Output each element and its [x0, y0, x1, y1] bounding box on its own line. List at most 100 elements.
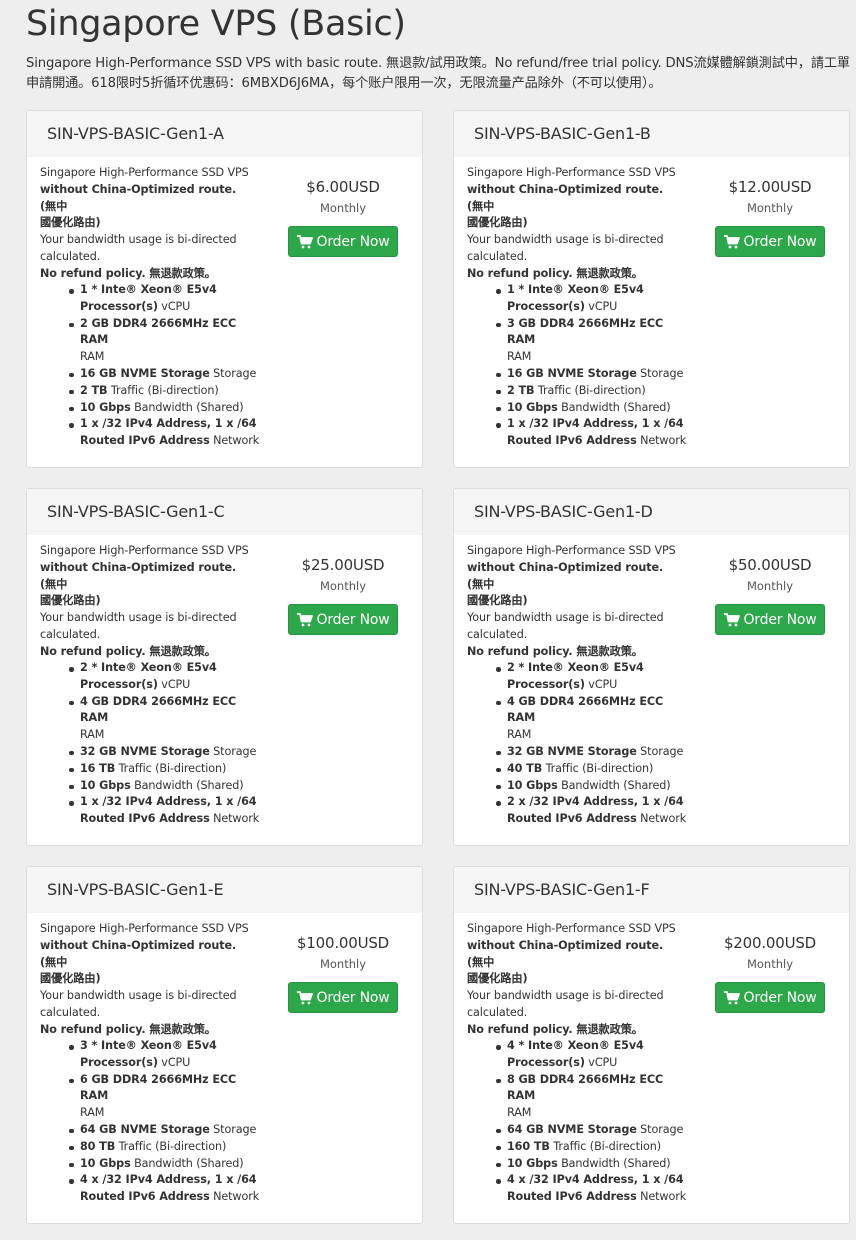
desc-line: calculated. [40, 1005, 101, 1019]
feature-value: 10 Gbps [80, 1156, 131, 1170]
feature-value: 40 TB [507, 761, 543, 775]
order-now-button[interactable]: Order Now [715, 226, 825, 257]
feature-value: 64 GB NVME Storage [507, 1122, 637, 1136]
feature-label: RAM [507, 350, 532, 364]
desc-line: 國優化路由) [467, 216, 528, 230]
feature-value: 10 Gbps [507, 778, 558, 792]
feature-label: Traffic (Bi-direction) [534, 383, 646, 397]
feature-label: RAM [507, 1106, 532, 1120]
order-now-button[interactable]: Order Now [715, 604, 825, 635]
product-price: $6.00USD [306, 178, 380, 196]
product-description: Singapore High-Performance SSD VPS witho… [40, 921, 250, 1039]
feature-label: Network [636, 1190, 687, 1204]
feature-value: Processor(s) [507, 299, 585, 313]
feature-value: 2 * Inte® Xeon® E5v4 [80, 661, 217, 674]
desc-line: Singapore High-Performance SSD VPS [467, 544, 676, 557]
desc-line: Singapore High-Performance SSD VPS [40, 544, 249, 557]
order-now-button[interactable]: Order Now [288, 226, 398, 257]
product-description: Singapore High-Performance SSD VPS witho… [40, 543, 250, 661]
desc-line: calculated. [40, 627, 101, 641]
feature-ram: 2 GB DDR4 2666MHz ECC RAM RAM [40, 316, 260, 366]
product-description: Singapore High-Performance SSD VPS witho… [467, 543, 677, 661]
feature-cpu: 3 * Inte® Xeon® E5v4 Processor(s) vCPU [40, 1038, 260, 1072]
desc-line: No refund policy. 無退款政策。 [467, 1022, 643, 1036]
feature-label: Storage [209, 366, 257, 380]
product-description: Singapore High-Performance SSD VPS witho… [40, 165, 250, 283]
feature-label: Bandwidth (Shared) [557, 400, 671, 414]
feature-label: RAM [80, 728, 105, 742]
feature-network: 1 x /32 IPv4 Address, 1 x /64 Routed IPv6… [467, 416, 687, 450]
product-price: $200.00USD [723, 934, 817, 952]
feature-label: Network [636, 434, 687, 448]
feature-storage: 16 GB NVME Storage Storage [467, 366, 687, 383]
feature-cpu: 4 * Inte® Xeon® E5v4 Processor(s) vCPU [467, 1038, 687, 1072]
feature-list: 1 * Inte® Xeon® E5v4 Processor(s) vCPU 2 … [40, 282, 260, 450]
product-price: $100.00USD [296, 934, 390, 952]
feature-label: Storage [636, 744, 684, 758]
feature-list: 3 * Inte® Xeon® E5v4 Processor(s) vCPU 6 … [40, 1038, 260, 1206]
order-now-label: Order Now [316, 989, 390, 1006]
product-name: SIN-VPS-BASIC-Gen1-B [454, 111, 849, 157]
order-now-label: Order Now [316, 233, 390, 250]
feature-label: vCPU [584, 1055, 618, 1069]
desc-line: No refund policy. 無退款政策。 [40, 266, 216, 280]
order-now-button[interactable]: Order Now [288, 604, 398, 635]
feature-value: Processor(s) [80, 1055, 158, 1069]
feature-traffic: 2 TB Traffic (Bi-direction) [467, 383, 687, 400]
feature-label: Storage [209, 744, 257, 758]
order-now-button[interactable]: Order Now [288, 982, 398, 1013]
desc-line: Singapore High-Performance SSD VPS [467, 922, 676, 935]
order-now-button[interactable]: Order Now [715, 982, 825, 1013]
feature-label: Traffic (Bi-direction) [115, 1139, 227, 1153]
product-price: $12.00USD [728, 178, 812, 196]
feature-ram: 4 GB DDR4 2666MHz ECC RAM RAM [467, 694, 687, 744]
product-card: SIN-VPS-BASIC-Gen1-C Singapore High-Perf… [26, 488, 423, 846]
feature-label: vCPU [584, 677, 618, 691]
feature-storage: 16 GB NVME Storage Storage [40, 366, 260, 383]
desc-line: without China-Optimized route. (無中 [467, 560, 664, 591]
feature-traffic: 160 TB Traffic (Bi-direction) [467, 1139, 687, 1156]
feature-bandwidth: 10 Gbps Bandwidth (Shared) [467, 778, 687, 795]
feature-value: 160 TB [507, 1139, 550, 1153]
product-name: SIN-VPS-BASIC-Gen1-A [27, 111, 422, 157]
product-card: SIN-VPS-BASIC-Gen1-F Singapore High-Perf… [453, 866, 850, 1224]
feature-label: vCPU [584, 299, 618, 313]
feature-value: 16 GB NVME Storage [80, 366, 210, 380]
feature-label: vCPU [157, 299, 191, 313]
feature-value: 4 * Inte® Xeon® E5v4 [507, 1039, 644, 1052]
product-card: SIN-VPS-BASIC-Gen1-B Singapore High-Perf… [453, 110, 850, 468]
feature-value: 3 * Inte® Xeon® E5v4 [80, 1039, 217, 1052]
feature-label: Bandwidth (Shared) [130, 778, 244, 792]
shopping-cart-icon [296, 612, 313, 626]
feature-label: Storage [636, 366, 684, 380]
billing-cycle: Monthly [319, 201, 367, 215]
price-column: $100.00USD Monthly Order Now [288, 933, 398, 1013]
billing-cycle: Monthly [746, 579, 794, 593]
product-card: SIN-VPS-BASIC-Gen1-A Singapore High-Perf… [26, 110, 423, 468]
feature-value: 10 Gbps [507, 1156, 558, 1170]
feature-bandwidth: 10 Gbps Bandwidth (Shared) [467, 400, 687, 417]
feature-storage: 64 GB NVME Storage Storage [40, 1122, 260, 1139]
desc-line: without China-Optimized route. (無中 [40, 560, 237, 591]
feature-label: RAM [80, 1106, 105, 1120]
price-column: $12.00USD Monthly Order Now [715, 177, 825, 257]
feature-label: Storage [636, 1122, 684, 1136]
feature-label: Bandwidth (Shared) [130, 400, 244, 414]
feature-value: Routed IPv6 Address [507, 812, 637, 826]
feature-ram: 4 GB DDR4 2666MHz ECC RAM RAM [40, 694, 260, 744]
billing-cycle: Monthly [746, 957, 794, 971]
desc-line: No refund policy. 無退款政策。 [40, 1022, 216, 1036]
shopping-cart-icon [723, 234, 740, 248]
feature-value: 64 GB NVME Storage [80, 1122, 210, 1136]
desc-line: without China-Optimized route. (無中 [40, 938, 237, 969]
feature-cpu: 2 * Inte® Xeon® E5v4 Processor(s) vCPU [467, 660, 687, 694]
feature-label: Network [209, 1190, 260, 1204]
feature-value: 4 GB DDR4 2666MHz ECC RAM [80, 694, 237, 725]
feature-label: Network [209, 812, 260, 826]
feature-value: 6 GB DDR4 2666MHz ECC RAM [80, 1072, 237, 1103]
desc-line: Singapore High-Performance SSD VPS [40, 166, 249, 179]
order-now-label: Order Now [743, 989, 817, 1006]
feature-ram: 6 GB DDR4 2666MHz ECC RAM RAM [40, 1072, 260, 1122]
feature-value: 10 Gbps [80, 400, 131, 414]
feature-label: vCPU [157, 1055, 191, 1069]
